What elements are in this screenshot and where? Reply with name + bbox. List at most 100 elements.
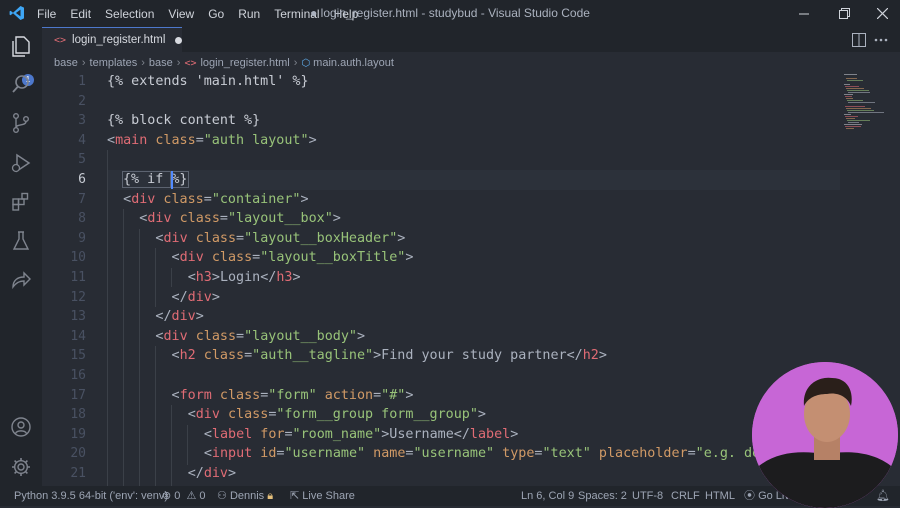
unsaved-dot-icon[interactable] xyxy=(175,36,182,44)
testing-flask-icon[interactable] xyxy=(9,229,33,253)
menu-file[interactable]: File xyxy=(30,7,63,21)
line-number: 12 xyxy=(70,289,86,305)
line-number: 16 xyxy=(70,368,86,383)
breadcrumb-item[interactable]: main.auth.layout xyxy=(313,57,394,69)
line-number: 1 xyxy=(78,74,86,89)
error-count: 0 xyxy=(174,490,181,502)
notifications-bell-icon[interactable]: 🔔︎ xyxy=(876,486,890,506)
user-account[interactable]: ⚇ Dennis 🔒︎ xyxy=(217,486,273,506)
code-line-20: <input id="username" name="username" typ… xyxy=(204,444,760,464)
punct: </ xyxy=(187,466,204,481)
indent-guide xyxy=(139,229,140,486)
language-mode[interactable]: HTML xyxy=(705,486,735,506)
attr-value: "#" xyxy=(381,387,406,403)
webcam-overlay xyxy=(752,362,898,508)
minimap-line xyxy=(847,100,864,101)
tab-login-register[interactable]: <> login_register.html xyxy=(42,27,182,52)
line-number-active: 6 xyxy=(78,172,86,187)
breadcrumb-item[interactable]: base xyxy=(54,57,78,69)
restore-button[interactable] xyxy=(828,0,860,27)
accounts-icon[interactable] xyxy=(9,415,33,439)
attr-name: class xyxy=(147,132,196,148)
code-line-6: {% if %} xyxy=(121,170,189,190)
minimize-icon xyxy=(799,13,809,14)
code-line-14: <div class="layout__body"> xyxy=(155,327,365,347)
menu-run[interactable]: Run xyxy=(231,7,267,21)
attr-name: class xyxy=(155,191,204,207)
menu-selection[interactable]: Selection xyxy=(98,7,161,21)
cursor-position[interactable]: Ln 6, Col 9 xyxy=(521,486,574,506)
punct: > xyxy=(405,250,414,266)
minimap-line xyxy=(846,88,864,89)
problems-indicator[interactable]: ⊗ 0 ⚠ 0 xyxy=(162,486,206,506)
minimap-line xyxy=(844,114,852,115)
attr-value: "layout__boxHeader" xyxy=(244,230,398,246)
code-line-18: <div class="form__group form__group"> xyxy=(188,405,486,425)
text-content: Username xyxy=(389,426,454,442)
punct: = xyxy=(244,348,253,364)
menu-edit[interactable]: Edit xyxy=(63,7,98,21)
html-file-icon: <> xyxy=(184,57,197,69)
code-editor[interactable]: 1 2 3 4 5 6 7 8 9 10 11 12 13 14 15 16 1… xyxy=(42,72,840,486)
punct: > xyxy=(195,309,204,325)
indentation[interactable]: Spaces: 2 xyxy=(578,486,627,506)
line-ending[interactable]: CRLF xyxy=(671,486,700,506)
live-share-icon: ⇱ xyxy=(290,490,300,502)
attr-value: "username" xyxy=(413,446,495,462)
explorer-icon[interactable] xyxy=(9,34,33,58)
tag-name: div xyxy=(171,309,196,325)
menu-help[interactable]: Help xyxy=(327,7,366,21)
punct: > xyxy=(292,270,301,285)
current-line-highlight xyxy=(107,170,840,190)
live-share-button[interactable]: ⇱ Live Share xyxy=(290,486,355,506)
run-debug-icon[interactable] xyxy=(9,151,33,175)
breadcrumb-item[interactable]: templates xyxy=(90,57,138,69)
attr-value: "auth layout" xyxy=(203,132,309,148)
minimap-line xyxy=(846,78,857,79)
breadcrumb-item[interactable]: base xyxy=(149,57,173,69)
live-share-icon[interactable] xyxy=(9,269,33,293)
tag-name: div xyxy=(179,250,204,266)
punct: = xyxy=(236,230,245,246)
error-icon: ⊗ xyxy=(162,490,172,502)
menu-terminal[interactable]: Terminal xyxy=(267,7,326,21)
search-icon[interactable] xyxy=(9,72,33,96)
minimap-line xyxy=(848,92,870,93)
minimize-button[interactable] xyxy=(788,0,820,27)
minimap-line xyxy=(844,94,853,95)
tag-name: div xyxy=(147,211,172,227)
split-editor-icon[interactable] xyxy=(850,31,868,49)
punct: > xyxy=(405,387,414,403)
settings-gear-icon[interactable] xyxy=(9,455,33,479)
attr-value: "layout__body" xyxy=(244,328,357,344)
python-interpreter[interactable]: Python 3.9.5 64-bit ('env': venv) xyxy=(14,486,168,506)
indent-guide xyxy=(155,248,156,307)
punct: = xyxy=(203,191,212,207)
punct: > xyxy=(211,270,220,285)
chevron-right-icon: › xyxy=(81,57,86,69)
menu-go[interactable]: Go xyxy=(201,7,231,21)
template-tag-close: %} xyxy=(170,171,189,188)
code-line-15: <h2 class="auth__tagline">Find your stud… xyxy=(172,346,607,366)
menu-bar: File Edit Selection View Go Run Terminal… xyxy=(30,0,365,27)
attr-value: "form__group form__group" xyxy=(276,407,478,423)
attr-name: class xyxy=(195,348,245,364)
punct: > xyxy=(228,466,237,481)
punct: </ xyxy=(171,289,188,305)
code-line-8: <div class="layout__box"> xyxy=(139,209,341,229)
restore-icon xyxy=(838,8,850,19)
extensions-icon[interactable] xyxy=(9,190,33,214)
source-control-icon[interactable] xyxy=(9,111,33,135)
menu-view[interactable]: View xyxy=(161,7,201,21)
code-line-19: <label for="room_name">Username</label> xyxy=(204,425,518,445)
attr-name: for xyxy=(252,426,285,442)
punct: < xyxy=(203,426,212,442)
breadcrumb-item[interactable]: login_register.html xyxy=(200,57,289,69)
tab-label: login_register.html xyxy=(72,34,166,46)
punct: > xyxy=(477,407,486,423)
title-bar: File Edit Selection View Go Run Terminal… xyxy=(0,0,900,27)
close-window-button[interactable] xyxy=(866,0,898,27)
punct: < xyxy=(107,132,116,148)
encoding[interactable]: UTF-8 xyxy=(632,486,663,506)
more-actions-icon[interactable] xyxy=(872,31,890,49)
